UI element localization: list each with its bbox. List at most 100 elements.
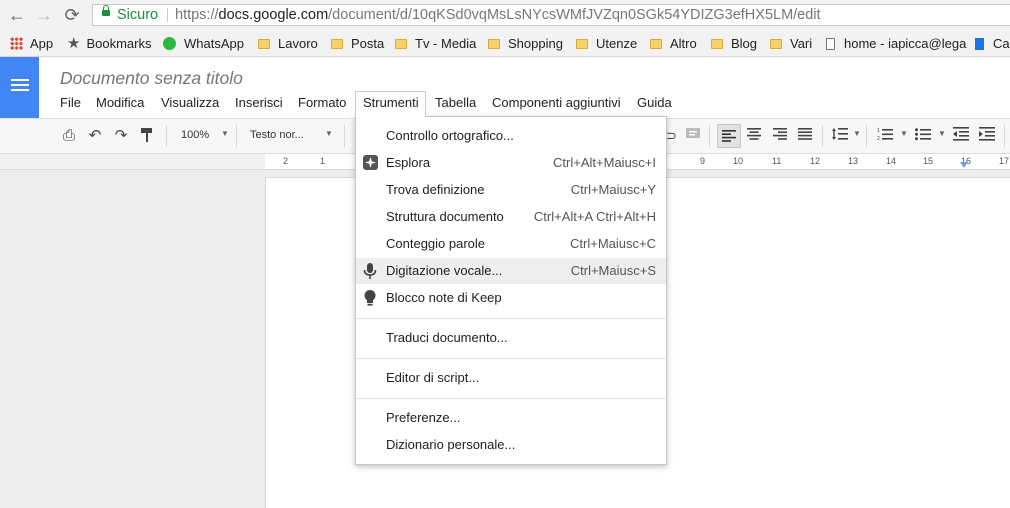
menu-item-dizionario-personale[interactable]: Dizionario personale... bbox=[356, 432, 666, 458]
bookmark-bookmarks[interactable]: ★ Bookmarks bbox=[67, 36, 151, 52]
microphone-icon bbox=[363, 263, 377, 279]
folder-icon bbox=[488, 39, 500, 49]
toolbar-divider bbox=[709, 125, 710, 147]
menu-modifica[interactable]: Modifica bbox=[96, 95, 144, 110]
menu-tabella[interactable]: Tabella bbox=[435, 95, 476, 110]
menu-file[interactable]: File bbox=[60, 95, 81, 110]
whatsapp-icon bbox=[163, 37, 176, 50]
explore-icon bbox=[363, 155, 378, 171]
undo-icon[interactable]: ↶ bbox=[86, 127, 104, 145]
bookmark-shopping[interactable]: Shopping bbox=[488, 36, 563, 52]
bookmark-vari[interactable]: Vari bbox=[770, 36, 812, 52]
menu-item-controllo-ortografico[interactable]: Controllo ortografico... bbox=[356, 123, 666, 149]
svg-text:1: 1 bbox=[877, 128, 880, 134]
bookmarks-bar: App ★ Bookmarks WhatsApp Lavoro Posta Tv … bbox=[0, 31, 1010, 57]
secure-label: Sicuro bbox=[117, 7, 159, 23]
menu-divider bbox=[356, 318, 666, 319]
bookmark-home[interactable]: home - iapicca@lega bbox=[826, 36, 966, 52]
bookmark-altro[interactable]: Altro bbox=[650, 36, 697, 52]
document-title[interactable]: Documento senza titolo bbox=[60, 68, 243, 89]
bookmark-blog[interactable]: Blog bbox=[711, 36, 757, 52]
toolbar-divider bbox=[344, 125, 345, 147]
decrease-indent-icon[interactable] bbox=[952, 127, 970, 145]
ruler-tick-label: 12 bbox=[810, 156, 821, 166]
strumenti-dropdown-menu: Controllo ortografico... Esplora Ctrl+Al… bbox=[355, 116, 667, 465]
align-left-icon[interactable] bbox=[717, 124, 741, 148]
address-bar[interactable]: Sicuro https://docs.google.com/document/… bbox=[92, 4, 1010, 26]
align-justify-icon[interactable] bbox=[797, 127, 813, 145]
menu-item-esplora[interactable]: Esplora Ctrl+Alt+Maiusc+I bbox=[356, 150, 666, 176]
menu-inserisci[interactable]: Inserisci bbox=[235, 95, 283, 110]
ruler-tick-label: 14 bbox=[886, 156, 897, 166]
numbered-list-icon[interactable]: 12 bbox=[876, 127, 894, 145]
docs-logo-icon bbox=[11, 79, 29, 94]
menu-item-struttura-documento[interactable]: Struttura documento Ctrl+Alt+A Ctrl+Alt+… bbox=[356, 204, 666, 230]
forward-icon[interactable]: → bbox=[32, 4, 56, 26]
bulleted-list-icon[interactable] bbox=[914, 127, 932, 145]
menu-item-editor-script[interactable]: Editor di script... bbox=[356, 365, 666, 391]
ruler-tick-label: 11 bbox=[772, 156, 782, 166]
toolbar-divider bbox=[236, 125, 237, 147]
svg-text:2: 2 bbox=[877, 136, 880, 141]
chevron-down-icon: ▼ bbox=[938, 129, 946, 138]
ruler-tick-label: 9 bbox=[700, 156, 706, 166]
bookmark-tv-media[interactable]: Tv - Media bbox=[395, 36, 476, 52]
right-indent-marker-icon[interactable] bbox=[960, 162, 968, 168]
folder-icon bbox=[576, 39, 588, 49]
folder-icon bbox=[331, 39, 343, 49]
browser-toolbar: ← → ⟳ Sicuro https://docs.google.com/doc… bbox=[0, 0, 1010, 31]
chevron-down-icon: ▼ bbox=[853, 129, 861, 138]
bookmark-ca[interactable]: Ca bbox=[975, 36, 1010, 52]
print-icon[interactable]: ⎙ bbox=[60, 127, 78, 145]
bookmark-apps[interactable]: App bbox=[10, 36, 53, 52]
reload-icon[interactable]: ⟳ bbox=[60, 4, 84, 26]
link-icon[interactable]: ⊃ bbox=[666, 127, 677, 145]
align-right-icon[interactable] bbox=[772, 127, 788, 145]
folder-icon bbox=[395, 39, 407, 49]
ruler-tick-label: 13 bbox=[848, 156, 859, 166]
back-icon[interactable]: ← bbox=[5, 4, 29, 26]
folder-icon bbox=[650, 39, 662, 49]
ruler-tick-label: 15 bbox=[923, 156, 934, 166]
star-icon: ★ bbox=[67, 35, 81, 52]
apps-grid-icon bbox=[10, 37, 23, 50]
menu-formato[interactable]: Formato bbox=[298, 95, 346, 110]
site-icon bbox=[975, 38, 984, 50]
menu-strumenti[interactable]: Strumenti bbox=[363, 95, 419, 110]
zoom-select[interactable]: 100% bbox=[181, 129, 209, 141]
bookmark-whatsapp[interactable]: WhatsApp bbox=[163, 36, 244, 52]
menu-item-preferenze[interactable]: Preferenze... bbox=[356, 405, 666, 431]
menu-componenti-aggiuntivi[interactable]: Componenti aggiuntivi bbox=[492, 95, 621, 110]
menu-guida[interactable]: Guida bbox=[637, 95, 672, 110]
ruler-tick-label: 10 bbox=[733, 156, 744, 166]
align-center-icon[interactable] bbox=[746, 127, 762, 145]
bookmark-posta[interactable]: Posta bbox=[331, 36, 384, 52]
bookmark-utenze[interactable]: Utenze bbox=[576, 36, 637, 52]
menu-item-digitazione-vocale[interactable]: Digitazione vocale... Ctrl+Maiusc+S bbox=[356, 258, 666, 284]
ruler-tick-label: 17 bbox=[999, 156, 1010, 166]
comment-icon[interactable] bbox=[684, 127, 702, 145]
lock-icon bbox=[102, 5, 110, 16]
menu-item-conteggio-parole[interactable]: Conteggio parole Ctrl+Maiusc+C bbox=[356, 231, 666, 257]
bookmark-lavoro[interactable]: Lavoro bbox=[258, 36, 318, 52]
chevron-down-icon: ▼ bbox=[900, 129, 908, 138]
increase-indent-icon[interactable] bbox=[978, 127, 996, 145]
folder-icon bbox=[770, 39, 782, 49]
paint-format-icon[interactable] bbox=[139, 127, 155, 145]
chevron-down-icon: ▼ bbox=[325, 129, 333, 138]
menu-item-trova-definizione[interactable]: Trova definizione Ctrl+Maiusc+Y bbox=[356, 177, 666, 203]
menu-item-traduci-documento[interactable]: Traduci documento... bbox=[356, 325, 666, 351]
docs-home-icon[interactable] bbox=[0, 57, 39, 118]
paragraph-style-select[interactable]: Testo nor... bbox=[250, 129, 304, 141]
page-icon bbox=[826, 38, 835, 50]
menu-item-blocco-note-keep[interactable]: Blocco note di Keep bbox=[356, 285, 666, 311]
line-spacing-icon[interactable] bbox=[831, 127, 849, 145]
folder-icon bbox=[711, 39, 723, 49]
lightbulb-icon bbox=[363, 290, 377, 306]
redo-icon[interactable]: ↷ bbox=[112, 127, 130, 145]
ruler-tick-label: 1 bbox=[320, 156, 326, 166]
toolbar-divider bbox=[866, 125, 867, 147]
ruler-tick-label: 2 bbox=[283, 156, 289, 166]
menu-visualizza[interactable]: Visualizza bbox=[161, 95, 219, 110]
toolbar-divider bbox=[822, 125, 823, 147]
